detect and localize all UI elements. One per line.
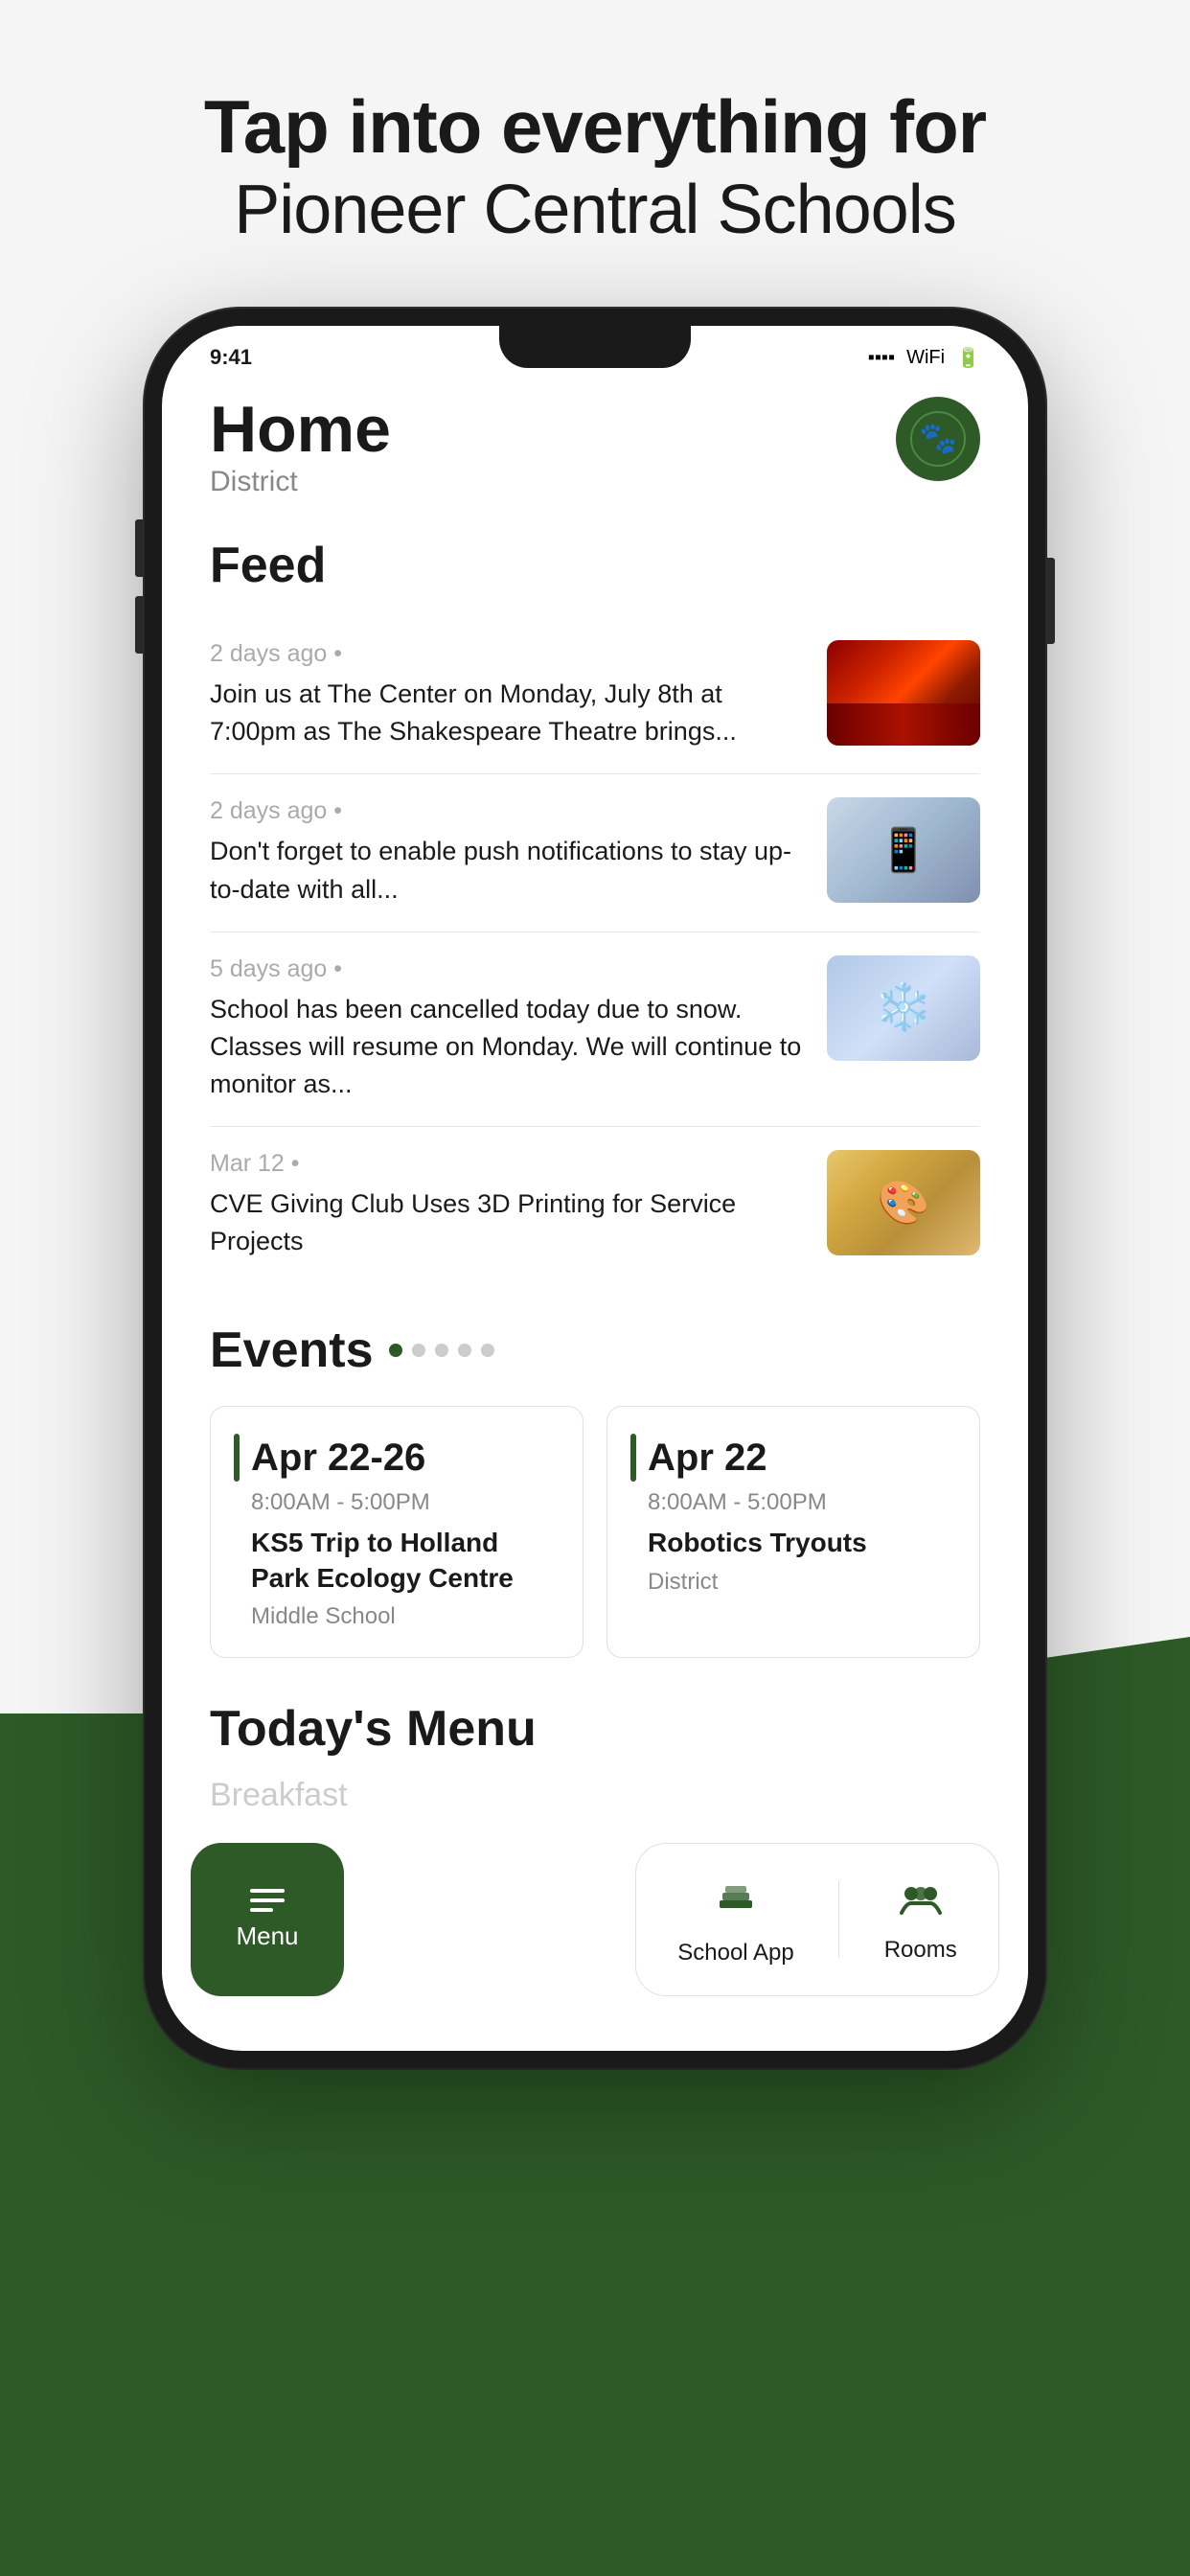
menu-title: Today's Menu — [210, 1700, 980, 1758]
events-section: Events — [210, 1322, 980, 1658]
header-line2: Pioneer Central Schools — [204, 169, 986, 251]
feed-item-text: Mar 12 • CVE Giving Club Uses 3D Printin… — [210, 1150, 808, 1260]
event-card-1[interactable]: Apr 22-26 8:00AM - 5:00PM KS5 Trip to Ho… — [210, 1406, 584, 1658]
feed-body-4: CVE Giving Club Uses 3D Printing for Ser… — [210, 1185, 808, 1260]
event-location-2: District — [630, 1569, 956, 1596]
rooms-icon — [897, 1876, 945, 1929]
school-logo-icon: 🐾 — [909, 410, 967, 468]
feed-item[interactable]: 2 days ago • Join us at The Center on Mo… — [210, 617, 980, 774]
rooms-label: Rooms — [884, 1937, 957, 1964]
events-header: Events — [210, 1322, 980, 1379]
events-cards: Apr 22-26 8:00AM - 5:00PM KS5 Trip to Ho… — [210, 1406, 980, 1658]
phone-frame: 9:41 ▪▪▪▪ WiFi 🔋 Home District — [145, 309, 1045, 2068]
feed-body-1: Join us at The Center on Monday, July 8t… — [210, 676, 808, 750]
nav-divider — [838, 1881, 839, 1958]
battery-icon: 🔋 — [956, 346, 980, 370]
feed-meta-3: 5 days ago • — [210, 955, 808, 983]
dot-5 — [481, 1344, 494, 1357]
menu-section: Today's Menu Breakfast — [210, 1700, 980, 1814]
event-location-1: Middle School — [234, 1603, 560, 1630]
school-logo[interactable]: 🐾 — [896, 397, 980, 481]
feed-item[interactable]: 2 days ago • Don't forget to enable push… — [210, 774, 980, 932]
event-date-2: Apr 22 — [648, 1438, 767, 1477]
rooms-nav-item[interactable]: Rooms — [884, 1876, 957, 1964]
feed-image-4: 🎨 — [827, 1150, 980, 1255]
events-title: Events — [210, 1322, 374, 1379]
feed-item-text: 2 days ago • Don't forget to enable push… — [210, 797, 808, 908]
event-date-row-2: Apr 22 — [630, 1434, 956, 1482]
menu-button[interactable]: Menu — [191, 1843, 344, 1996]
phone-screen: 9:41 ▪▪▪▪ WiFi 🔋 Home District — [162, 326, 1028, 2051]
feed-image-1 — [827, 640, 980, 746]
power-button — [1045, 558, 1055, 644]
dot-2 — [412, 1344, 425, 1357]
menu-preview: Breakfast — [210, 1777, 980, 1814]
feed-image-2: 📱 — [827, 797, 980, 903]
home-title-group: Home District — [210, 397, 391, 498]
event-bar-1 — [234, 1434, 240, 1482]
event-date-1: Apr 22-26 — [251, 1438, 425, 1477]
header-line1: Tap into everything for — [204, 86, 986, 169]
events-dots — [389, 1344, 494, 1357]
dot-4 — [458, 1344, 471, 1357]
event-card-2[interactable]: Apr 22 8:00AM - 5:00PM Robotics Tryouts … — [606, 1406, 980, 1658]
status-icons: ▪▪▪▪ WiFi 🔋 — [868, 346, 980, 370]
dot-3 — [435, 1344, 448, 1357]
wifi-icon: WiFi — [906, 347, 945, 369]
event-time-1: 8:00AM - 5:00PM — [234, 1489, 560, 1516]
home-title: Home — [210, 397, 391, 462]
feed-title: Feed — [210, 537, 980, 594]
dot-1 — [389, 1344, 402, 1357]
feed-meta-2: 2 days ago • — [210, 797, 808, 825]
school-app-icon — [712, 1874, 760, 1932]
phone-notch — [499, 326, 691, 368]
feed-meta-4: Mar 12 • — [210, 1150, 808, 1178]
event-name-1: KS5 Trip to Holland Park Ecology Centre — [234, 1526, 560, 1596]
signal-icon: ▪▪▪▪ — [868, 347, 895, 369]
feed-body-3: School has been cancelled today due to s… — [210, 991, 808, 1103]
page-header: Tap into everything for Pioneer Central … — [127, 86, 1063, 251]
feed-body-2: Don't forget to enable push notification… — [210, 833, 808, 908]
event-time-2: 8:00AM - 5:00PM — [630, 1489, 956, 1516]
school-app-label: School App — [677, 1940, 793, 1966]
vol-up-button — [135, 519, 145, 577]
feed-item-text: 2 days ago • Join us at The Center on Mo… — [210, 640, 808, 750]
home-header: Home District 🐾 — [210, 397, 980, 498]
menu-icon — [250, 1889, 285, 1912]
home-subtitle: District — [210, 466, 391, 498]
feed-image-3: ❄️ — [827, 955, 980, 1061]
school-app-nav-item[interactable]: School App — [677, 1874, 793, 1966]
bottom-nav: Menu School App — [162, 1843, 1028, 2035]
status-time: 9:41 — [210, 345, 252, 370]
event-bar-2 — [630, 1434, 636, 1482]
menu-label: Menu — [236, 1921, 298, 1951]
feed-item[interactable]: Mar 12 • CVE Giving Club Uses 3D Printin… — [210, 1127, 980, 1283]
vol-down-button — [135, 596, 145, 654]
feed-section: Feed 2 days ago • Join us at The Center … — [210, 537, 980, 1283]
event-date-row-1: Apr 22-26 — [234, 1434, 560, 1482]
app-content: Home District 🐾 Feed — [162, 378, 1028, 1814]
feed-item-text: 5 days ago • School has been cancelled t… — [210, 955, 808, 1103]
nav-group: School App Rooms — [635, 1843, 999, 1996]
feed-item[interactable]: 5 days ago • School has been cancelled t… — [210, 932, 980, 1127]
svg-text:🐾: 🐾 — [919, 421, 957, 455]
feed-meta-1: 2 days ago • — [210, 640, 808, 668]
event-name-2: Robotics Tryouts — [630, 1526, 956, 1560]
